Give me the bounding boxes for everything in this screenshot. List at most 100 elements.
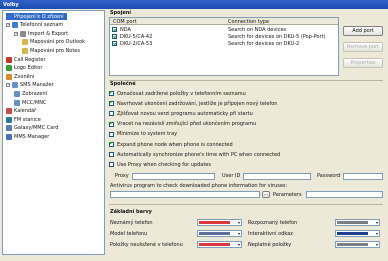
- color-label: Neznámý telefon: [110, 220, 153, 226]
- tree-item[interactable]: − SMS Manažer: [6, 82, 54, 89]
- color-label: Model telefonu: [110, 231, 148, 237]
- tree-item[interactable]: − Import & Export: [14, 30, 68, 37]
- table-row[interactable]: DKU-2/CA-53 Search for devices on DKU-2: [110, 40, 338, 47]
- tree-item[interactable]: Logo Editor: [6, 65, 42, 72]
- tree-item[interactable]: Mapování pro Outlook: [22, 39, 85, 46]
- tree-node-icon: [14, 99, 20, 106]
- tree-item[interactable]: FM stanice: [6, 116, 41, 123]
- color-label: Neplatné položky: [248, 242, 292, 248]
- tree-item[interactable]: MMS Manager: [6, 133, 49, 140]
- add-port-button[interactable]: Add port: [343, 26, 383, 36]
- browse-button[interactable]: ...: [262, 191, 270, 198]
- properties-button[interactable]: Properties: [343, 58, 383, 68]
- color-swatch: [337, 221, 368, 224]
- option-row[interactable]: Označovat zadržené položky v telefonním …: [109, 90, 246, 97]
- connection-type-cell: Search for devices on DKU-2: [228, 41, 300, 47]
- color-picker[interactable]: ▾: [197, 230, 242, 237]
- chevron-down-icon[interactable]: ▾: [376, 231, 378, 236]
- color-swatch: [199, 221, 230, 224]
- remove-port-button[interactable]: Remove port: [343, 42, 383, 52]
- proxy-input[interactable]: [132, 173, 215, 180]
- tree-item[interactable]: Zvonění: [6, 73, 34, 80]
- color-picker[interactable]: ▾: [197, 241, 242, 248]
- tree-item-label: Galaxy/MMC Card: [14, 125, 59, 132]
- chevron-down-icon[interactable]: ▾: [238, 220, 240, 225]
- tree-item-label: Mapování pro Notes: [30, 47, 80, 54]
- row-checkbox[interactable]: [112, 34, 117, 39]
- option-row[interactable]: Automatically synchronize phone's time w…: [109, 151, 280, 158]
- option-checkbox[interactable]: [109, 121, 114, 127]
- option-label: Use Proxy when checking for updates: [117, 161, 211, 168]
- table-row[interactable]: DKU-5/CA-42 Search for devices on DKU-5 (…: [110, 33, 338, 40]
- tree-item[interactable]: Zobrazení: [14, 90, 47, 97]
- option-row[interactable]: Use Proxy when checking for updates: [109, 161, 211, 168]
- row-checkbox[interactable]: [112, 27, 117, 32]
- color-label: Interaktivní odkaz: [248, 231, 293, 237]
- tree-item-label: Zobrazení: [22, 90, 48, 97]
- color-label: Položky neuložené v telefonu: [110, 242, 183, 248]
- navigation-tree[interactable]: Připojení k O zřízení − Telefonní seznam − I…: [2, 10, 105, 255]
- option-checkbox[interactable]: [109, 91, 114, 96]
- expand-toggle-icon[interactable]: −: [6, 83, 10, 88]
- option-row[interactable]: Vracet na nezávislí zmiňující před ukonč…: [109, 121, 256, 128]
- user-id-input[interactable]: [243, 173, 311, 180]
- color-picker[interactable]: ▾: [335, 219, 380, 226]
- options-window: Volby Připojení k O zřízení − Telefonní se…: [0, 0, 388, 261]
- color-picker[interactable]: ▾: [335, 241, 380, 248]
- chevron-down-icon[interactable]: ▾: [238, 242, 240, 247]
- option-checkbox[interactable]: [109, 142, 114, 147]
- tree-item-label: Telefonní seznam: [20, 22, 64, 29]
- parameters-label: Parameters: [273, 192, 302, 198]
- chevron-down-icon[interactable]: ▾: [376, 242, 378, 247]
- color-picker[interactable]: ▾: [335, 230, 380, 237]
- option-row[interactable]: Minimize to system tray: [109, 131, 177, 138]
- antivirus-path-input[interactable]: [110, 191, 260, 198]
- tree-item[interactable]: Připojení k O zřízení: [6, 13, 67, 20]
- grid-header: COM port Connection type: [110, 18, 338, 25]
- tree-item-label: Mapování pro Outlook: [30, 39, 86, 46]
- option-label: Označovat zadržené položky v telefonním …: [117, 90, 246, 97]
- option-checkbox[interactable]: [109, 131, 114, 137]
- chevron-down-icon[interactable]: ▾: [376, 220, 378, 225]
- expand-toggle-icon[interactable]: −: [14, 31, 18, 36]
- tree-node-icon: [6, 13, 12, 20]
- option-row[interactable]: Navrhovat ukončení zadržování, jestliže …: [109, 100, 277, 107]
- tree-node-icon: [6, 108, 12, 115]
- option-checkbox[interactable]: [109, 162, 114, 168]
- tree-node-icon: [12, 22, 18, 29]
- tree-item[interactable]: Mapování pro Notes: [22, 47, 80, 54]
- tree-item-label: Logo Editor: [14, 65, 43, 72]
- expand-toggle-icon[interactable]: −: [6, 23, 10, 28]
- option-row[interactable]: Zjišťovat novou verzi programu automatic…: [109, 110, 253, 117]
- divider: [109, 204, 383, 205]
- color-label: Rozpoznaný telefon: [248, 220, 298, 226]
- password-input[interactable]: [343, 173, 383, 180]
- tree-item-label: Kalendář: [14, 108, 37, 115]
- column-connection-type[interactable]: Connection type: [228, 19, 269, 25]
- row-checkbox[interactable]: [112, 41, 117, 46]
- tree-item[interactable]: Kalendář: [6, 108, 36, 115]
- colors-heading: Základní barvy: [110, 209, 152, 215]
- connection-heading: Spojení: [110, 10, 131, 16]
- user-id-label: User ID: [222, 173, 241, 179]
- tree-item[interactable]: − Telefonní seznam: [6, 22, 63, 29]
- parameters-input[interactable]: [306, 191, 383, 198]
- option-checkbox[interactable]: [109, 101, 114, 107]
- color-swatch: [199, 232, 230, 235]
- column-com-port[interactable]: COM port: [113, 19, 137, 25]
- settings-panel: Spojení COM port Connection type NDA Sear…: [107, 10, 386, 255]
- color-picker[interactable]: ▾: [197, 219, 242, 226]
- option-checkbox[interactable]: [109, 152, 114, 158]
- tree-item[interactable]: MCC/MNC: [14, 99, 47, 106]
- tree-node-icon: [6, 116, 12, 123]
- chevron-down-icon[interactable]: ▾: [238, 231, 240, 236]
- table-row[interactable]: NDA Search on NDA devices: [110, 26, 338, 33]
- connection-grid[interactable]: COM port Connection type NDA Search on ND…: [109, 17, 339, 76]
- option-row[interactable]: Expand phone node when phone is connecte…: [109, 141, 233, 148]
- tree-item[interactable]: Call Register: [6, 56, 46, 63]
- tree-node-icon: [12, 82, 18, 89]
- window-title: Volby: [0, 0, 388, 9]
- option-checkbox[interactable]: [109, 111, 114, 117]
- tree-item[interactable]: Galaxy/MMC Card: [6, 125, 58, 132]
- antivirus-label: Antivirus program to check downloaded ph…: [110, 183, 288, 189]
